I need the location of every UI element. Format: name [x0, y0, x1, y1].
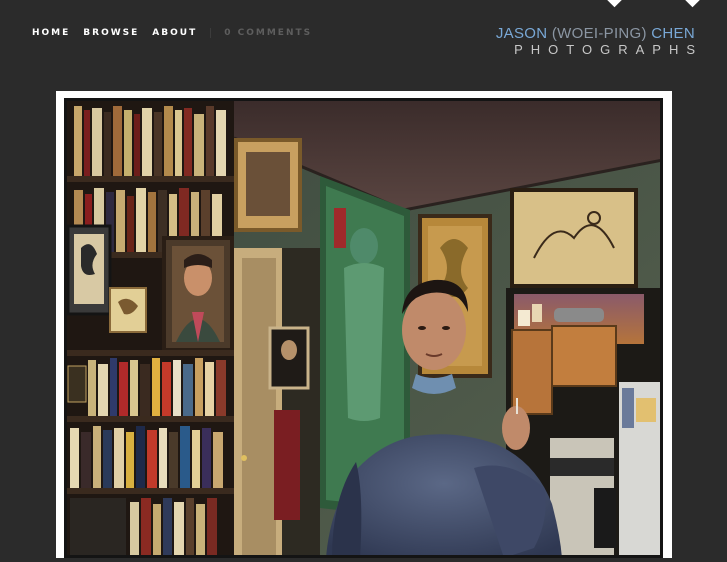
- down-arrow-icon[interactable]: [684, 0, 701, 8]
- nav-browse[interactable]: BROWSE: [83, 28, 139, 38]
- red-tapestry: [274, 410, 300, 520]
- site-logo[interactable]: JASON (WOEI-PING) CHEN PHOTOGRAPHS: [496, 25, 695, 58]
- nav-divider: [210, 28, 212, 38]
- site-name-first: JASON: [495, 25, 548, 42]
- site-name-middle: (WOEI-PING): [551, 25, 647, 42]
- featured-photo[interactable]: [61, 95, 666, 561]
- photo-frame: [56, 91, 672, 561]
- down-arrow-icon[interactable]: [606, 0, 623, 8]
- nav-about[interactable]: ABOUT: [152, 28, 197, 38]
- site-name: JASON (WOEI-PING) CHEN: [496, 25, 695, 42]
- site-name-last: CHEN: [651, 25, 695, 42]
- comments-link[interactable]: 0 COMMENTS: [224, 28, 312, 38]
- top-decoration: [0, 0, 727, 8]
- site-subtitle: PHOTOGRAPHS: [514, 42, 703, 57]
- bookshelf: [64, 98, 234, 558]
- nav-home[interactable]: HOME: [32, 28, 70, 38]
- main-nav: HOME BROWSE ABOUT 0 COMMENTS: [32, 28, 325, 38]
